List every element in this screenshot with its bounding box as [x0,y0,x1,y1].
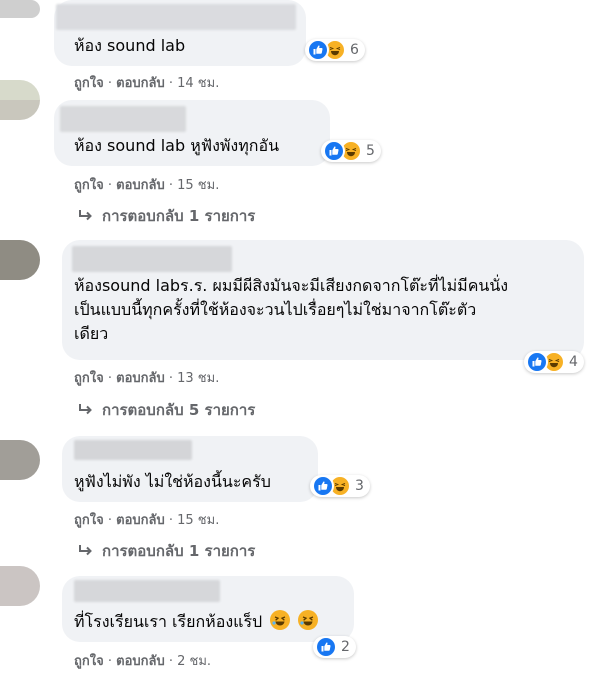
comment-text: ห้อง sound lab [74,36,186,55]
comment-text: ห้อง sound lab หูฟังพังทุกอัน [74,136,280,155]
comment-bubble: ห้อง sound lab [54,0,306,66]
view-replies-link[interactable]: การตอบกลับ 1 รายการ [78,539,255,563]
avatar[interactable] [0,566,40,606]
author-name[interactable] [56,4,296,30]
comment-text-line: ห้องsound labร.ร. ผมมีผีสิงมันจะมีเสียงก… [74,276,509,295]
comment-bubble: ที่โรงเรียนเรา เรียกห้องแร็ป [62,576,354,642]
reply-arrow-icon [79,545,92,556]
reply-button[interactable]: ตอบกลับ [116,654,165,669]
like-button[interactable]: ถูกใจ [74,513,104,528]
reaction-count: 6 [350,42,359,58]
comment-actions: ถูกใจ · ตอบกลับ · 13 ชม. [74,371,220,386]
like-icon [315,636,337,658]
comment-time[interactable]: 13 ชม. [177,371,219,386]
comment-bubble: หูฟังไม่พัง ไม่ใช่ห้องนี้นะครับ [62,436,318,502]
reply-button[interactable]: ตอบกลับ [116,371,165,386]
author-name[interactable] [60,106,186,132]
author-name[interactable] [74,440,192,460]
like-button[interactable]: ถูกใจ [74,654,104,669]
like-icon [526,351,548,373]
comment-bubble: ห้องsound labร.ร. ผมมีผีสิงมันจะมีเสียงก… [62,240,584,360]
comment-actions: ถูกใจ · ตอบกลับ · 15 ชม. [74,178,220,193]
avatar[interactable] [0,440,40,480]
view-replies-label: การตอบกลับ 5 รายการ [102,401,256,419]
reaction-summary[interactable]: 4 [524,351,584,373]
comment-text: ที่โรงเรียนเรา เรียกห้องแร็ป [74,610,319,634]
like-icon [312,475,334,497]
reaction-summary[interactable]: 3 [310,475,370,497]
reply-arrow-icon [79,404,92,415]
like-icon [307,39,329,61]
reply-button[interactable]: ตอบกลับ [116,178,165,193]
reply-arrow-icon [79,210,92,221]
comment-text-line: เป็นแบบนี้ทุกครั้งที่ใช้ห้องจะวนไปเรื่อย… [74,300,477,319]
reaction-summary[interactable]: 6 [305,39,365,61]
reply-button[interactable]: ตอบกลับ [116,513,165,528]
reaction-count: 3 [355,478,364,494]
author-name[interactable] [74,580,220,602]
comment-actions: ถูกใจ · ตอบกลับ · 14 ชม. [74,76,220,91]
reply-button[interactable]: ตอบกลับ [116,76,165,91]
like-icon [323,140,345,162]
reaction-count: 4 [569,354,578,370]
reaction-count: 2 [341,639,350,655]
rolling-laughing-emoji [270,610,291,630]
rolling-laughing-emoji [298,610,319,630]
comment-actions: ถูกใจ · ตอบกลับ · 15 ชม. [74,513,220,528]
comment-bubble: ห้อง sound lab หูฟังพังทุกอัน [54,100,330,166]
comment-time[interactable]: 2 ชม. [177,654,211,669]
comment-actions: ถูกใจ · ตอบกลับ · 2 ชม. [74,654,212,669]
avatar[interactable] [0,80,40,120]
like-button[interactable]: ถูกใจ [74,178,104,193]
view-replies-label: การตอบกลับ 1 รายการ [102,207,256,225]
reaction-summary[interactable]: 2 [313,636,356,658]
comment-time[interactable]: 15 ชม. [177,513,219,528]
reaction-count: 5 [366,143,375,159]
reaction-summary[interactable]: 5 [321,140,381,162]
comment-time[interactable]: 14 ชม. [177,76,219,91]
view-replies-label: การตอบกลับ 1 รายการ [102,542,256,560]
comment-text: หูฟังไม่พัง ไม่ใช่ห้องนี้นะครับ [74,472,271,491]
like-button[interactable]: ถูกใจ [74,371,104,386]
author-name[interactable] [72,246,232,272]
view-replies-link[interactable]: การตอบกลับ 5 รายการ [78,398,255,422]
avatar[interactable] [0,0,40,18]
comment-text-body: ที่โรงเรียนเรา เรียกห้องแร็ป [74,612,263,631]
comment-text-line: เดียว [74,324,109,343]
view-replies-link[interactable]: การตอบกลับ 1 รายการ [78,204,255,228]
avatar[interactable] [0,240,40,280]
comment-time[interactable]: 15 ชม. [177,178,219,193]
like-button[interactable]: ถูกใจ [74,76,104,91]
